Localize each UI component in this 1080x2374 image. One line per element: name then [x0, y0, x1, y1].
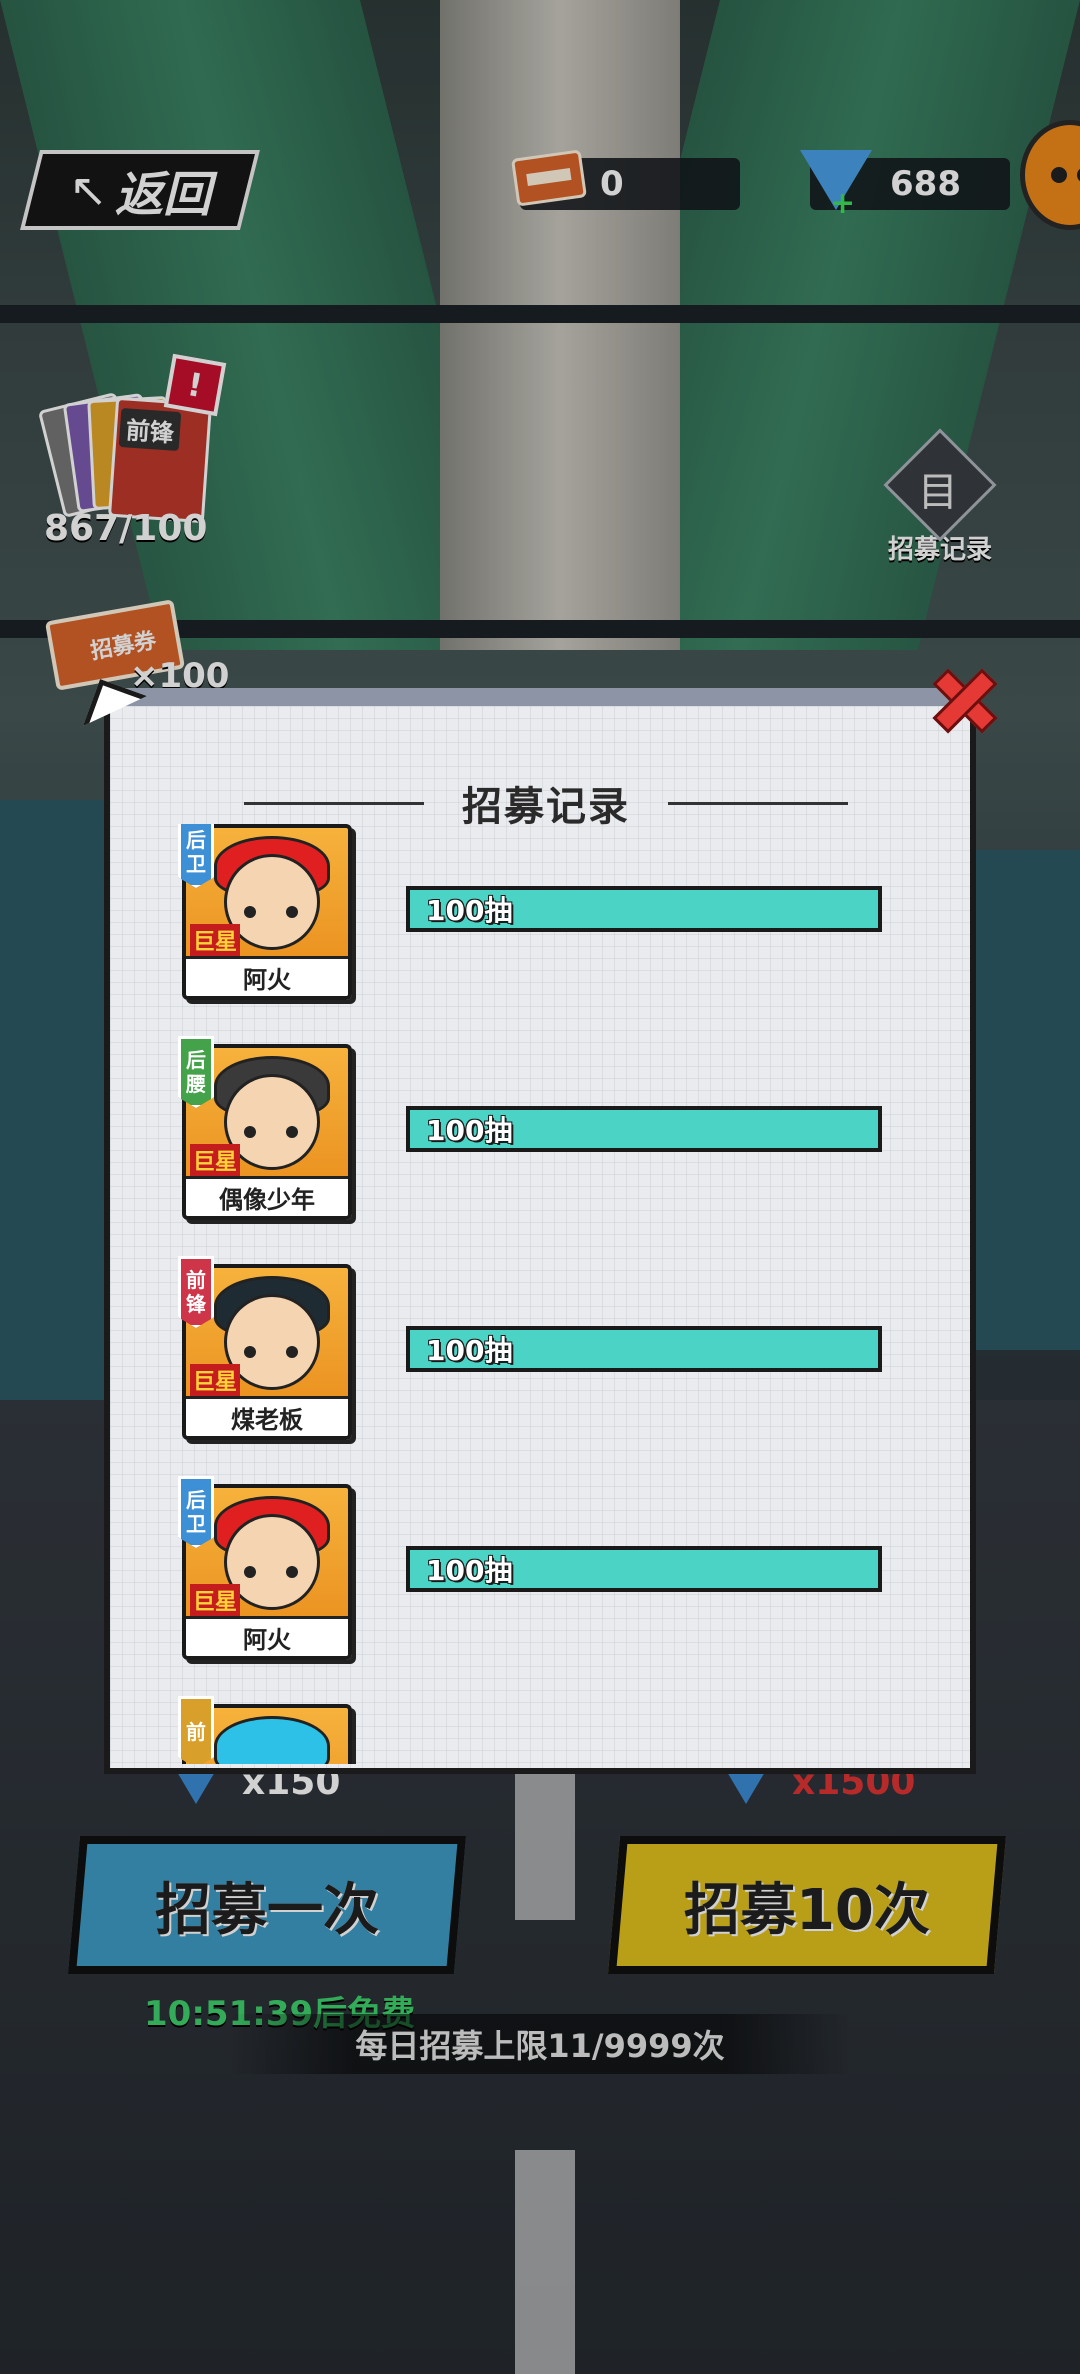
record-row: 前 锋 巨星 煤老板 100抽: [110, 1256, 982, 1484]
record-row: 后 卫 巨星 阿火 100抽: [110, 824, 982, 1044]
divider: [668, 801, 848, 805]
pulls-bar: 100抽: [406, 886, 882, 932]
close-icon[interactable]: [930, 666, 994, 730]
player-name: 煤老板: [186, 1396, 348, 1436]
eyes: [244, 906, 256, 918]
record-list[interactable]: 后 卫 巨星 阿火 100抽 后 腰 巨星 偶像少年 100抽 前 锋 巨星 煤…: [110, 824, 982, 1764]
record-row: 后 卫 巨星 阿火 100抽: [110, 1476, 982, 1704]
position-tag: 后 腰: [178, 1036, 214, 1108]
pulls-count: 100抽: [426, 1334, 513, 1367]
record-row: 前: [110, 1696, 982, 1764]
position-tag: 后 卫: [178, 1476, 214, 1548]
player-name: 阿火: [186, 1616, 348, 1656]
rank-badge: 巨星: [190, 1144, 241, 1176]
pulls-bar: 100抽: [406, 1326, 882, 1372]
rank-badge: 巨星: [190, 1364, 241, 1396]
player-name: 阿火: [186, 956, 348, 996]
position-tag: 前: [178, 1696, 214, 1764]
eyes: [244, 1566, 256, 1578]
position-tag: 前 锋: [178, 1256, 214, 1328]
pulls-count: 100抽: [426, 1114, 513, 1147]
rank-badge: 巨星: [190, 1584, 241, 1616]
divider: [244, 801, 424, 805]
position-tag: 后 卫: [178, 824, 214, 888]
player-name: 偶像少年: [186, 1176, 348, 1216]
pulls-count: 100抽: [426, 894, 513, 927]
eyes: [244, 1126, 256, 1138]
rank-badge: 巨星: [190, 924, 241, 956]
pulls-count: 100抽: [426, 1554, 513, 1587]
pulls-bar: 100抽: [406, 1106, 882, 1152]
hair: [214, 1716, 330, 1764]
pulls-bar: 100抽: [406, 1546, 882, 1592]
recruit-record-modal: 招募记录 后 卫 巨星 阿火 100抽 后 腰 巨星 偶像少年 100抽 前 锋…: [104, 688, 976, 1774]
record-row: 后 腰 巨星 偶像少年 100抽: [110, 1036, 982, 1264]
eyes: [244, 1346, 256, 1358]
